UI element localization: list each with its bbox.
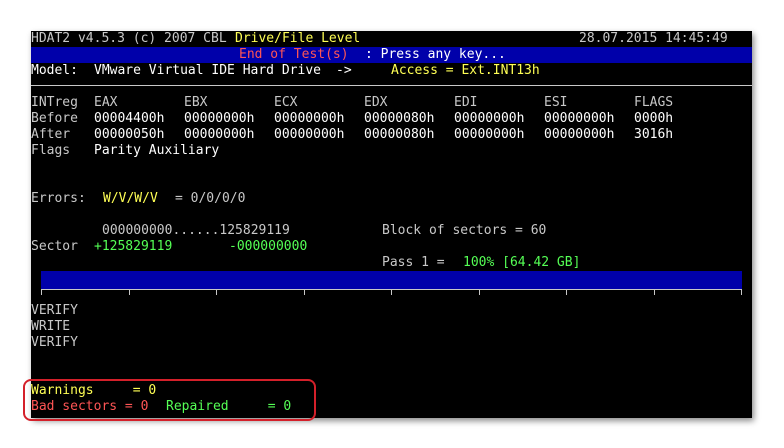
row-before-ebx: 00000000h (184, 111, 255, 126)
col-esi: ESI (544, 95, 568, 110)
row-after-esi: 00000000h (544, 127, 615, 142)
row-after-edx: 00000080h (364, 127, 435, 142)
row-after-ebx: 00000000h (184, 127, 255, 142)
row-after-label: After (31, 127, 71, 142)
row-before-ecx: 00000000h (274, 111, 345, 126)
ruler-tick (304, 289, 305, 295)
log-line: VERIFY (31, 335, 78, 350)
sector-label: Sector (31, 239, 78, 254)
model-arrow: -> (336, 63, 352, 78)
ruler-tick (566, 289, 567, 295)
progress-ruler (41, 289, 742, 297)
progress-bar (41, 271, 742, 289)
highlight-annotation (23, 379, 316, 421)
row-after-flags: 3016h (634, 127, 674, 142)
row-after-eax: 00000050h (94, 127, 165, 142)
model-name: VMware Virtual IDE Hard Drive (94, 63, 321, 78)
ruler-tick (741, 289, 742, 295)
progress-bar-fill (41, 271, 742, 289)
sector-current: +125829119 (94, 239, 173, 254)
ruler-tick (41, 289, 42, 295)
ruler-tick (654, 289, 655, 295)
status-message-rest: : Press any key... (365, 47, 506, 62)
col-ebx: EBX (184, 95, 208, 110)
log-line: WRITE (31, 319, 71, 334)
row-before-label: Before (31, 111, 78, 126)
row-before-edx: 00000080h (364, 111, 435, 126)
row-after-ecx: 00000000h (274, 127, 345, 142)
col-edx: EDX (364, 95, 388, 110)
sector-range: 000000000......125829119 (102, 223, 290, 238)
row-after-edi: 00000000h (454, 127, 525, 142)
col-ecx: ECX (274, 95, 298, 110)
model-label: Model: (31, 63, 78, 78)
col-intreg: INTreg (31, 95, 78, 110)
ruler-tick (391, 289, 392, 295)
app-title: HDAT2 v4.5.3 (c) 2007 CBL (31, 31, 227, 46)
flags-value: Parity Auxiliary (94, 143, 220, 158)
pass-label: Pass 1 = (382, 255, 445, 270)
access-mode: Access = Ext.INT13h (391, 63, 540, 78)
errors-values: = 0/0/0/0 (175, 191, 246, 206)
block-of-sectors: Block of sectors = 60 (382, 223, 547, 238)
row-before-eax: 00004400h (94, 111, 165, 126)
hdat2-console-screen: HDAT2 v4.5.3 (c) 2007 CBL Drive/File Lev… (31, 31, 752, 418)
pass-value: 100% [64.42 GB] (463, 255, 581, 270)
row-before-flags: 0000h (634, 111, 674, 126)
separator-line (31, 85, 752, 86)
sector-remaining: -000000000 (229, 239, 308, 254)
ruler-tick (129, 289, 130, 295)
datetime: 28.07.2015 14:45:49 (579, 31, 728, 46)
flags-label: Flags (31, 143, 71, 158)
col-eax: EAX (94, 95, 118, 110)
errors-codes: W/V/W/V (103, 191, 158, 206)
col-flags: FLAGS (634, 95, 674, 110)
ruler-tick (216, 289, 217, 295)
row-before-esi: 00000000h (544, 111, 615, 126)
log-line: VERIFY (31, 303, 78, 318)
errors-label: Errors: (31, 191, 86, 206)
level-title: Drive/File Level (235, 31, 361, 46)
col-edi: EDI (454, 95, 478, 110)
row-before-edi: 00000000h (454, 111, 525, 126)
status-message-red: End of Test(s) (239, 47, 349, 62)
ruler-tick (479, 289, 480, 295)
